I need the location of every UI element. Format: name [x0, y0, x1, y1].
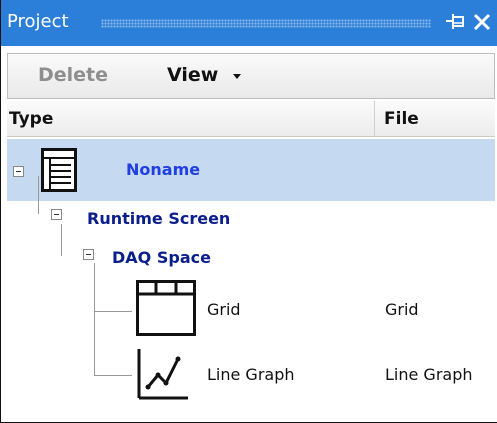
- project-panel: Project Delete View Type File Noname Run…: [0, 0, 497, 423]
- column-header-file[interactable]: File: [384, 109, 419, 129]
- close-icon[interactable]: [471, 11, 493, 33]
- tree-line: [94, 311, 132, 312]
- column-separator[interactable]: [374, 101, 375, 136]
- column-header: Type File: [7, 101, 495, 137]
- line-graph-icon: [136, 347, 190, 405]
- panel-title: Project: [7, 11, 69, 32]
- column-header-type[interactable]: Type: [9, 109, 53, 129]
- tree-node-label[interactable]: DAQ Space: [112, 248, 211, 267]
- panel-titlebar[interactable]: Project: [1, 0, 497, 46]
- tree-line: [61, 224, 62, 256]
- panel-toolbar: Delete View: [7, 53, 495, 99]
- tree-node-label[interactable]: Runtime Screen: [87, 209, 230, 228]
- document-list-icon: [41, 148, 77, 196]
- tree-node-label[interactable]: Grid: [207, 300, 241, 319]
- tree-row-noname[interactable]: [7, 139, 495, 201]
- collapse-toggle-daq-space[interactable]: [83, 249, 94, 260]
- tree-node-label: Noname: [126, 160, 201, 179]
- view-menu-button[interactable]: View: [167, 64, 218, 86]
- collapse-toggle-noname[interactable]: [13, 166, 24, 177]
- delete-button[interactable]: Delete: [38, 64, 108, 86]
- file-cell: Line Graph: [385, 365, 473, 384]
- chevron-down-icon[interactable]: [233, 74, 241, 79]
- titlebar-grip[interactable]: [101, 19, 431, 28]
- tree-line: [94, 375, 132, 376]
- file-cell: Grid: [385, 300, 419, 319]
- tree-line: [38, 176, 39, 214]
- collapse-toggle-runtime-screen[interactable]: [51, 209, 62, 220]
- grid-icon: [136, 280, 196, 340]
- tree-node-label[interactable]: Line Graph: [207, 365, 295, 384]
- pin-icon[interactable]: [445, 11, 467, 33]
- tree-line: [94, 263, 95, 376]
